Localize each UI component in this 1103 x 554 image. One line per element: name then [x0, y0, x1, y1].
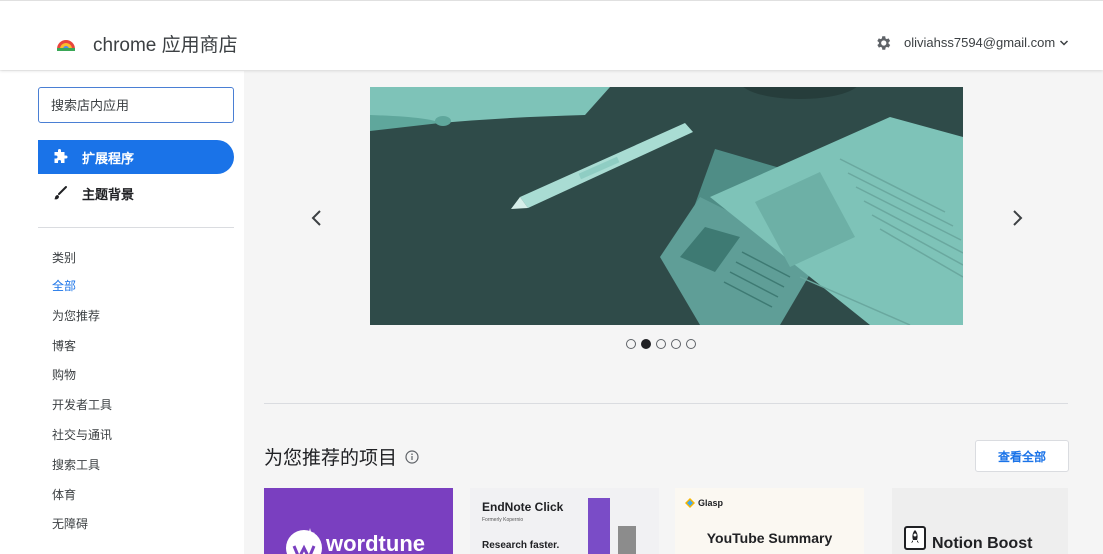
card-wordtune-name: wordtune	[326, 531, 425, 554]
paintbrush-icon	[54, 186, 67, 200]
recommended-card-notion-boost[interactable]: Notion Boost	[892, 488, 1068, 554]
chevron-left-icon[interactable]	[308, 207, 326, 229]
card-endnote-graphic	[588, 498, 610, 554]
card-endnote-graphic	[618, 526, 636, 554]
card-endnote-subtitle: Formerly Kopernio	[482, 517, 524, 523]
recommended-card-wordtune[interactable]: wordtune	[264, 488, 453, 554]
card-notion-boost-name: Notion Boost	[932, 535, 1033, 552]
card-endnote-tagline: Research faster.	[482, 540, 560, 551]
category-item-developer-tools[interactable]: 开发者工具	[52, 397, 112, 427]
recommended-section-title: 为您推荐的项目	[264, 443, 419, 470]
carousel-dots	[626, 339, 696, 349]
wordtune-logo-icon	[286, 528, 322, 554]
carousel-dot[interactable]	[671, 339, 681, 349]
category-item-recommended[interactable]: 为您推荐	[52, 308, 112, 338]
carousel-dot[interactable]	[686, 339, 696, 349]
chrome-rainbow-logo-icon[interactable]	[56, 33, 76, 51]
card-youtube-summary-name: YouTube Summary	[706, 530, 833, 546]
sidebar: 扩展程序 主题背景 类别 全部 为您推荐 博客 购物 开发者工具 社交与通讯 搜…	[0, 71, 244, 554]
glasp-brand-name: Glasp	[698, 498, 724, 508]
category-item-social[interactable]: 社交与通讯	[52, 427, 112, 457]
rocket-glyph	[911, 530, 919, 543]
account-email: oliviahss7594@gmail.com	[904, 35, 1056, 50]
account-menu[interactable]: oliviahss7594@gmail.com	[904, 35, 1069, 50]
nav-themes-label: 主题背景	[82, 186, 135, 202]
glasp-brand: Glasp	[685, 498, 723, 508]
sidebar-divider	[38, 227, 234, 228]
banner-illustration	[370, 87, 963, 325]
category-item-search-tools[interactable]: 搜索工具	[52, 457, 112, 487]
category-item-sports[interactable]: 体育	[52, 487, 112, 517]
category-list: 全部 为您推荐 博客 购物 开发者工具 社交与通讯 搜索工具 体育 无障碍	[52, 278, 112, 546]
chevron-down-icon	[1060, 40, 1069, 46]
gear-icon[interactable]	[874, 34, 892, 52]
recommended-card-youtube-summary[interactable]: Glasp YouTube Summary	[675, 488, 864, 554]
store-title[interactable]: chrome 应用商店	[93, 30, 238, 57]
main-content: 为您推荐的项目 查看全部 wordtune EndNote Click Form…	[244, 71, 1103, 554]
nav-extensions[interactable]: 扩展程序	[38, 140, 234, 174]
category-item-accessibility[interactable]: 无障碍	[52, 516, 112, 546]
featured-banner[interactable]	[370, 87, 963, 325]
categories-heading: 类别	[52, 251, 77, 265]
category-item-all[interactable]: 全部	[52, 278, 112, 308]
glasp-logo-icon	[685, 498, 695, 508]
info-icon[interactable]	[405, 449, 419, 464]
view-all-button[interactable]: 查看全部	[975, 440, 1069, 472]
chevron-right-icon[interactable]	[1008, 207, 1026, 229]
carousel-dot[interactable]	[656, 339, 666, 349]
rocket-icon	[904, 526, 926, 550]
carousel-dot-active[interactable]	[641, 339, 651, 349]
nav-extensions-label: 扩展程序	[82, 150, 135, 166]
card-endnote-name: EndNote Click	[482, 500, 564, 514]
category-item-blogging[interactable]: 博客	[52, 338, 112, 368]
recommended-title-text: 为您推荐的项目	[264, 448, 398, 469]
section-divider	[264, 403, 1068, 404]
nav-themes[interactable]: 主题背景	[38, 176, 234, 210]
recommended-card-endnote-click[interactable]: EndNote Click Formerly Kopernio Research…	[470, 488, 659, 554]
category-item-shopping[interactable]: 购物	[52, 367, 112, 397]
search-input[interactable]	[38, 87, 234, 123]
puzzle-icon	[54, 149, 68, 163]
carousel-dot[interactable]	[626, 339, 636, 349]
header: chrome 应用商店 oliviahss7594@gmail.com	[0, 0, 1103, 70]
